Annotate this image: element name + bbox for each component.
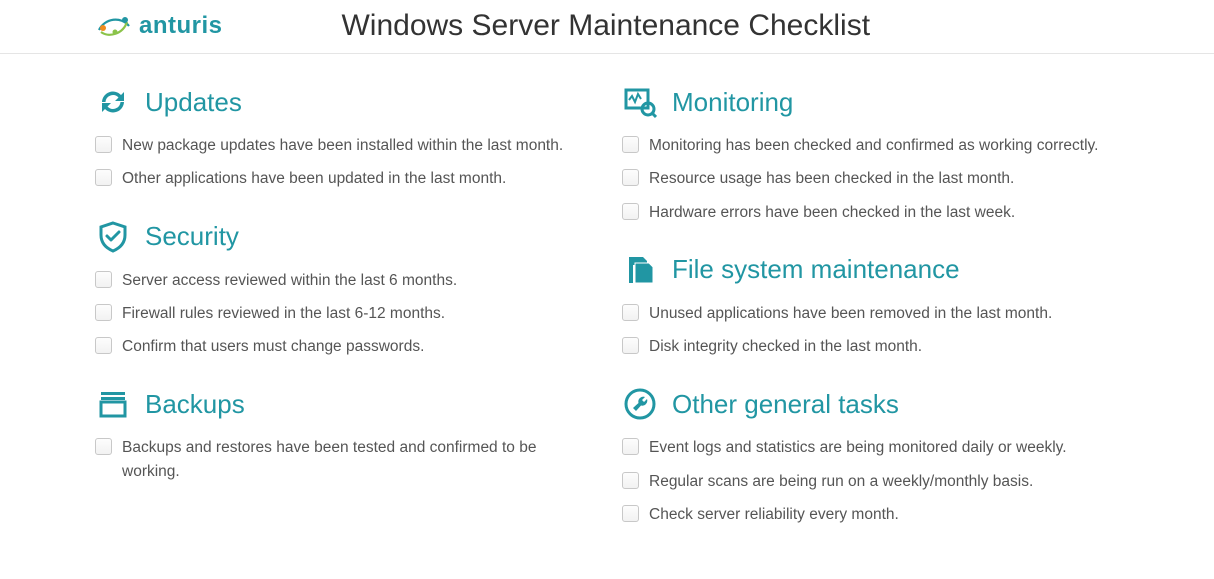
checklist-item: Hardware errors have been checked in the… [622, 201, 1119, 224]
checkbox[interactable] [95, 271, 112, 288]
section-header: File system maintenance [622, 252, 1119, 288]
section-backups: Backups Backups and restores have been te… [95, 386, 592, 483]
checklist-item: Event logs and statistics are being moni… [622, 436, 1119, 459]
section-title: Other general tasks [672, 389, 899, 420]
checkbox[interactable] [622, 472, 639, 489]
checkbox[interactable] [95, 438, 112, 455]
checkbox[interactable] [622, 136, 639, 153]
section-header: Backups [95, 386, 592, 422]
checklist-item: Other applications have been updated in … [95, 167, 592, 190]
checkbox[interactable] [95, 304, 112, 321]
checklist-item-label: Regular scans are being run on a weekly/… [649, 470, 1033, 493]
checklist-item-label: Monitoring has been checked and confirme… [649, 134, 1098, 157]
section-title: File system maintenance [672, 254, 960, 285]
section-title: Backups [145, 389, 245, 420]
column-right: Monitoring Monitoring has been checked an… [622, 84, 1119, 554]
checklist-item: Backups and restores have been tested an… [95, 436, 592, 483]
checklist-item-label: Hardware errors have been checked in the… [649, 201, 1015, 224]
checklist-item: New package updates have been installed … [95, 134, 592, 157]
checklist-item: Regular scans are being run on a weekly/… [622, 470, 1119, 493]
section-title: Security [145, 221, 239, 252]
checklist-item-label: Backups and restores have been tested an… [122, 436, 592, 483]
checkbox[interactable] [622, 304, 639, 321]
section-monitoring: Monitoring Monitoring has been checked an… [622, 84, 1119, 224]
section-title: Monitoring [672, 87, 793, 118]
section-other-general-tasks: Other general tasks Event logs and statis… [622, 386, 1119, 526]
monitor-icon [622, 84, 658, 120]
refresh-icon [95, 84, 131, 120]
checklist-item: Check server reliability every month. [622, 503, 1119, 526]
checklist-item-label: Check server reliability every month. [649, 503, 899, 526]
section-header: Updates [95, 84, 592, 120]
section-title: Updates [145, 87, 242, 118]
checkbox[interactable] [622, 438, 639, 455]
checklist-item: Disk integrity checked in the last month… [622, 335, 1119, 358]
section-security: Security Server access reviewed within th… [95, 219, 592, 359]
checkbox[interactable] [95, 136, 112, 153]
checklist-item-label: Other applications have been updated in … [122, 167, 506, 190]
shield-icon [95, 219, 131, 255]
checklist-item-label: Resource usage has been checked in the l… [649, 167, 1014, 190]
checklist-item: Firewall rules reviewed in the last 6-12… [95, 302, 592, 325]
archive-icon [95, 386, 131, 422]
section-header: Other general tasks [622, 386, 1119, 422]
checkbox[interactable] [622, 169, 639, 186]
checklist-item-label: Confirm that users must change passwords… [122, 335, 424, 358]
checklist-item: Server access reviewed within the last 6… [95, 269, 592, 292]
section-updates: Updates New package updates have been ins… [95, 84, 592, 191]
files-icon [622, 252, 658, 288]
checklist-item: Monitoring has been checked and confirme… [622, 134, 1119, 157]
checklist-item: Unused applications have been removed in… [622, 302, 1119, 325]
checkbox[interactable] [622, 337, 639, 354]
checkbox[interactable] [622, 505, 639, 522]
section-file-system-maintenance: File system maintenance Unused applicatio… [622, 252, 1119, 359]
checkbox[interactable] [95, 169, 112, 186]
checklist-item-label: Server access reviewed within the last 6… [122, 269, 457, 292]
header: anturis Windows Server Maintenance Check… [0, 0, 1214, 54]
checklist-item-label: Disk integrity checked in the last month… [649, 335, 922, 358]
checklist-item: Confirm that users must change passwords… [95, 335, 592, 358]
checklist-item-label: Firewall rules reviewed in the last 6-12… [122, 302, 445, 325]
wrench-icon [622, 386, 658, 422]
section-header: Monitoring [622, 84, 1119, 120]
checklist-item-label: Unused applications have been removed in… [649, 302, 1052, 325]
page-title: Windows Server Maintenance Checklist [93, 9, 1119, 43]
checkbox[interactable] [622, 203, 639, 220]
checkbox[interactable] [95, 337, 112, 354]
checklist-item-label: Event logs and statistics are being moni… [649, 436, 1067, 459]
column-left: Updates New package updates have been ins… [95, 84, 592, 554]
content: Updates New package updates have been ins… [0, 54, 1214, 574]
checklist-item: Resource usage has been checked in the l… [622, 167, 1119, 190]
section-header: Security [95, 219, 592, 255]
checklist-item-label: New package updates have been installed … [122, 134, 563, 157]
